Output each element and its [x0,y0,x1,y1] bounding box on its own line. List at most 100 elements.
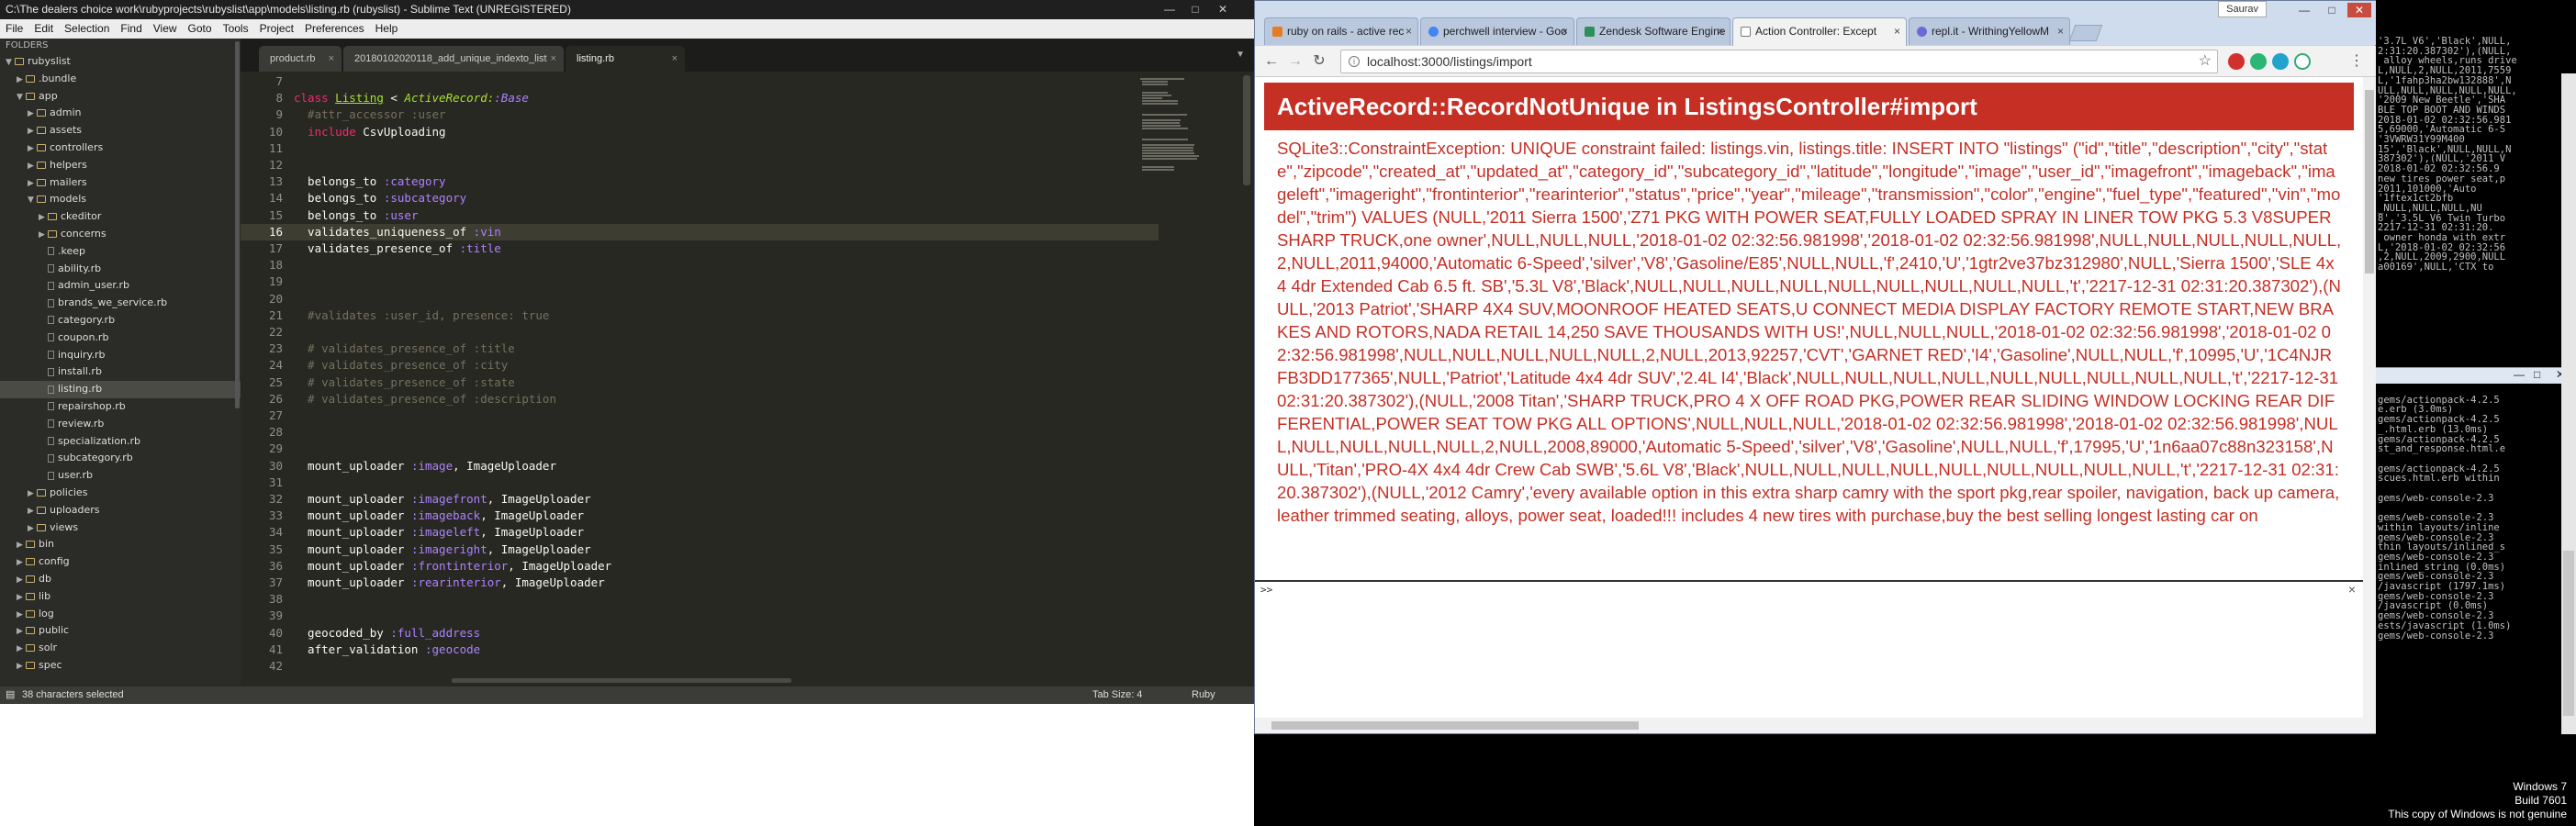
folder-item[interactable]: ▶ helpers [0,157,241,174]
chevron-right-icon[interactable]: ▶ [17,623,26,641]
chevron-right-icon[interactable]: ▶ [39,209,48,227]
close-tab-icon[interactable]: × [551,46,556,72]
code-line[interactable]: 28 [241,424,1159,441]
menu-file[interactable]: File [0,19,28,39]
profile-badge[interactable]: Saurav [2218,1,2267,17]
folder-item[interactable]: ▶ assets [0,122,241,140]
minimize-icon[interactable]: — [2514,368,2525,381]
chevron-right-icon[interactable]: ▶ [17,658,26,675]
code-line[interactable]: 17 validates_presence_of :title [241,240,1159,257]
editor-scrollbar[interactable] [1243,75,1250,185]
new-tab-button[interactable] [2068,25,2103,41]
close-icon[interactable]: ✕ [2347,3,2371,17]
scrollbar-thumb[interactable] [2563,551,2574,716]
chevron-right-icon[interactable]: ▶ [28,106,37,123]
file-item[interactable]: listing.rb [0,381,241,398]
folder-item[interactable]: ▶ admin [0,105,241,122]
folder-item[interactable]: ▶ concerns [0,226,241,243]
folder-item[interactable]: ▶ spec [0,657,241,675]
code-line[interactable]: 30 mount_uploader :image, ImageUploader [241,458,1159,474]
code-line[interactable]: 35 mount_uploader :imageright, ImageUplo… [241,541,1159,558]
chevron-right-icon[interactable]: ▶ [28,486,37,503]
code-line[interactable]: 14 belongs_to :subcategory [241,190,1159,206]
folder-item[interactable]: ▶ mailers [0,174,241,192]
file-item[interactable]: user.rb [0,467,241,485]
menu-goto[interactable]: Goto [183,19,218,39]
file-item[interactable]: category.rb [0,312,241,329]
code-line[interactable]: 18 [241,257,1159,273]
sidebar-scrollbar[interactable] [235,41,240,408]
file-item[interactable]: ability.rb [0,261,241,278]
chevron-right-icon[interactable]: ▶ [17,537,26,554]
folder-item[interactable]: ▶ public [0,622,241,640]
code-line[interactable]: 25 # validates_presence_of :state [241,374,1159,391]
code-line[interactable]: 27 [241,407,1159,424]
chevron-right-icon[interactable]: ▶ [28,158,37,175]
chevron-right-icon[interactable]: ▶ [28,520,37,538]
folder-item[interactable]: ▶ ckeditor [0,208,241,226]
sidebar-toggle-icon[interactable]: ▤ [6,686,15,704]
folder-item[interactable]: ▶ db [0,571,241,588]
menu-edit[interactable]: Edit [28,19,59,39]
info-icon[interactable]: i [1349,56,1360,67]
chevron-down-icon[interactable]: ▼ [6,54,15,72]
folder-item[interactable]: ▶ uploaders [0,502,241,519]
menu-tools[interactable]: Tools [218,19,254,39]
code-line[interactable]: 40 geocoded_by :full_address [241,625,1159,642]
grammarly-extension-icon[interactable] [2250,53,2267,70]
folder-item[interactable]: ▶ policies [0,485,241,502]
chevron-right-icon[interactable]: ▶ [17,572,26,589]
browser-tab-action-controller[interactable]: Action Controller: Except × [1732,17,1907,46]
menu-preferences[interactable]: Preferences [299,19,370,39]
reload-icon[interactable]: ↻ [1310,52,1328,71]
folder-item[interactable]: ▼ app [0,88,241,106]
close-tab-icon[interactable]: × [1718,18,1724,44]
console-prompt[interactable]: >> [1260,584,1272,596]
bookmark-star-icon[interactable]: ☆ [2199,50,2212,73]
code-line[interactable]: 7 [241,73,1159,90]
chevron-right-icon[interactable]: ▶ [17,589,26,607]
maximize-icon[interactable]: □ [2534,368,2540,381]
folder-item[interactable]: ▼ rubyslist [0,53,241,71]
close-tab-icon[interactable]: × [1894,18,1900,44]
code-line[interactable]: 23 # validates_presence_of :title [241,340,1159,357]
menu-kebab-icon[interactable]: ⋮ [2347,52,2366,71]
chevron-right-icon[interactable]: ▶ [17,72,26,89]
file-item[interactable]: inquiry.rb [0,347,241,364]
code-line[interactable]: 37 mount_uploader :rearinterior, ImageUp… [241,575,1159,591]
close-tab-icon[interactable]: × [1562,18,1568,44]
code-line[interactable]: 9 #attr_accessor :user [241,106,1159,123]
menu-find[interactable]: Find [115,19,147,39]
maximize-icon[interactable]: □ [1184,2,1206,17]
code-line[interactable]: 33 mount_uploader :imageback, ImageUploa… [241,508,1159,524]
extension-icon[interactable] [2294,53,2311,70]
chevron-right-icon[interactable]: ▶ [17,554,26,572]
chevron-right-icon[interactable]: ▶ [17,607,26,624]
adblock-extension-icon[interactable] [2228,53,2245,70]
menu-project[interactable]: Project [254,19,299,39]
page-horizontal-scrollbar[interactable] [1255,718,2363,733]
file-item[interactable]: review.rb [0,416,241,433]
code-line[interactable]: 26 # validates_presence_of :description [241,391,1159,407]
scrollbar-thumb[interactable] [2365,90,2374,273]
code-line[interactable]: 31 [241,474,1159,491]
scrollbar-thumb[interactable] [1271,721,1639,730]
folder-item[interactable]: ▶ config [0,553,241,571]
code-line[interactable]: 32 mount_uploader :imagefront, ImageUplo… [241,491,1159,508]
chevron-right-icon[interactable]: ▶ [28,123,37,140]
minimap[interactable] [1140,75,1241,553]
code-area[interactable]: 7 8 class Listing < ActiveRecord::Base 9 #a… [241,72,1254,686]
folder-item[interactable]: ▶ lib [0,588,241,606]
close-tab-icon[interactable]: × [1406,18,1412,44]
code-line[interactable]: 38 [241,591,1159,608]
chevron-down-icon[interactable]: ▼ [28,192,37,209]
extension-icon[interactable] [2272,53,2289,70]
browser-tab-ruby-on-rails[interactable]: ruby on rails - active rec × [1264,17,1418,45]
chevron-right-icon[interactable]: ▶ [17,641,26,658]
code-line[interactable]: 42 [241,658,1159,675]
tab-dropdown-icon[interactable]: ▼ [1236,50,1245,60]
code-line[interactable]: 20 [241,291,1159,307]
code-line[interactable]: 24 # validates_presence_of :city [241,357,1159,374]
tab-migration-rb[interactable]: 20180102020118_add_unique_indexto_listin… [343,46,564,72]
minimize-icon[interactable]: — [1159,2,1181,17]
